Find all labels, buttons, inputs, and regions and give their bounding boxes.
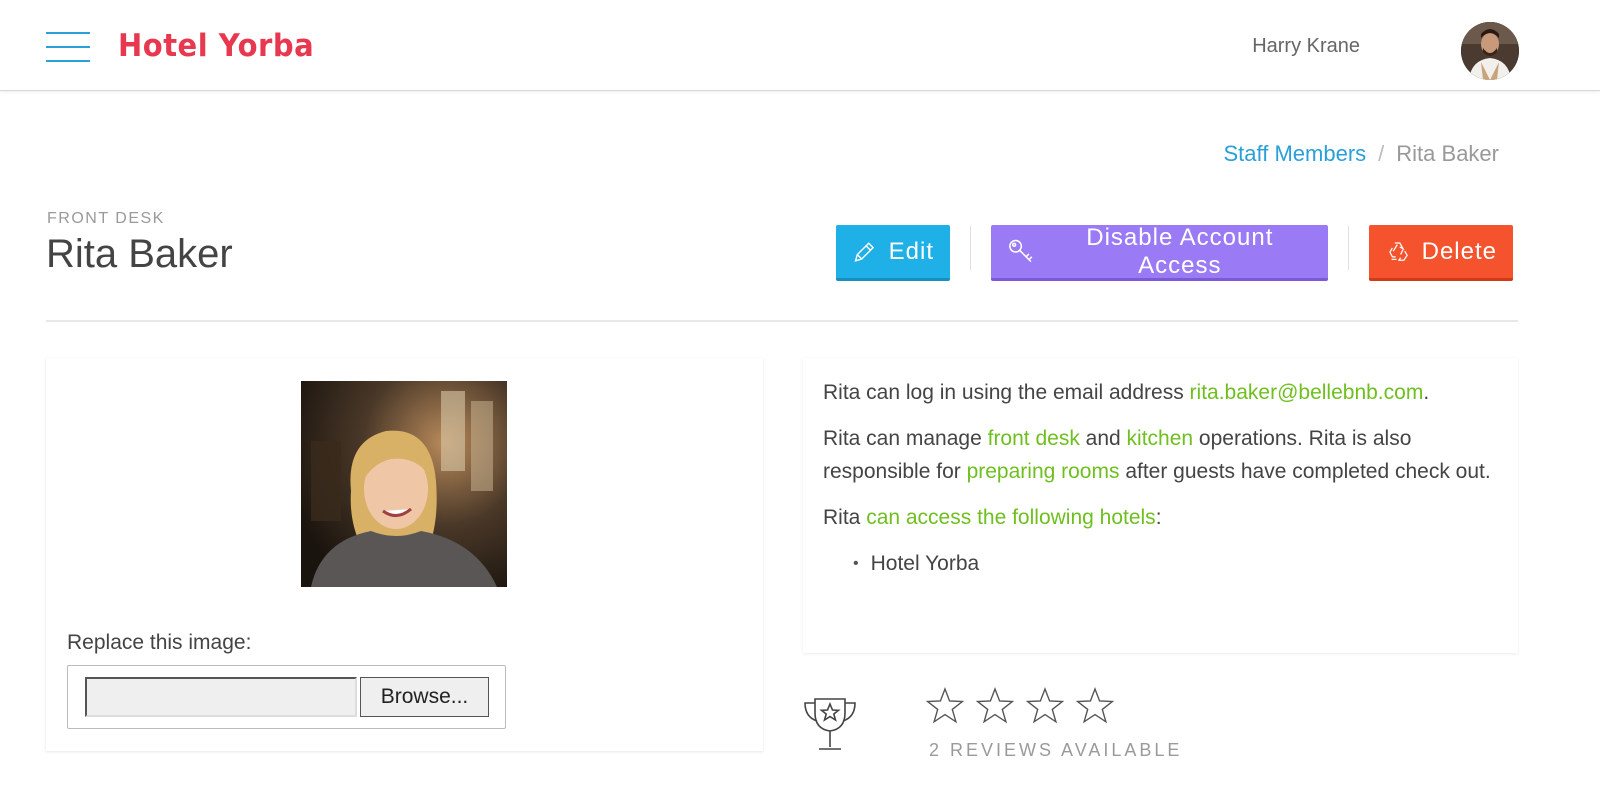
manage-suffix-text: after guests have completed check out.: [1119, 460, 1491, 483]
breadcrumb-separator: /: [1378, 141, 1385, 166]
top-navbar: Hotel Yorba Harry Krane: [0, 0, 1600, 91]
email-suffix: .: [1423, 381, 1430, 404]
responsibilities-statement: Rita can manage front desk and kitchen o…: [823, 422, 1498, 488]
hotel-access-link[interactable]: can access the following hotels: [866, 506, 1156, 529]
divider: [970, 226, 971, 270]
delete-button-label: Delete: [1421, 237, 1497, 265]
replace-image-label: Replace this image:: [67, 631, 252, 654]
reviews-count[interactable]: 2 REVIEWS AVAILABLE: [929, 740, 1182, 761]
breadcrumb: Staff Members / Rita Baker: [1224, 141, 1500, 167]
email-statement: Rita can log in using the email address …: [823, 376, 1498, 409]
user-avatar[interactable]: [1461, 22, 1519, 80]
file-path-input[interactable]: [85, 677, 357, 717]
trophy-icon: [804, 698, 856, 750]
page-title: Rita Baker: [46, 232, 233, 276]
star-icon[interactable]: [1026, 687, 1064, 725]
brand-logo[interactable]: Hotel Yorba: [118, 27, 314, 64]
breadcrumb-current: Rita Baker: [1396, 141, 1499, 166]
preparing-rooms-link[interactable]: preparing rooms: [967, 460, 1120, 483]
star-icon[interactable]: [976, 687, 1014, 725]
hotel-list: Hotel Yorba: [823, 547, 1498, 582]
disable-account-button[interactable]: Disable Account Access: [991, 223, 1328, 281]
staff-photo: [301, 381, 507, 587]
delete-button[interactable]: Delete: [1369, 225, 1513, 281]
email-text: Rita can log in using the email address: [823, 381, 1190, 404]
access-text: Rita: [823, 506, 867, 529]
manage-text: Rita can manage: [823, 427, 988, 450]
key-icon: [1009, 239, 1033, 262]
browse-button[interactable]: Browse...: [360, 677, 489, 717]
photo-card: Replace this image: Browse...: [46, 358, 763, 751]
star-icon[interactable]: [926, 687, 964, 725]
hotel-access-statement: Rita can access the following hotels:: [823, 501, 1498, 534]
breadcrumb-staff-members-link[interactable]: Staff Members: [1224, 141, 1367, 166]
hamburger-icon[interactable]: [46, 32, 90, 62]
pencil-icon: [854, 241, 875, 262]
divider: [1348, 226, 1349, 270]
disable-account-button-label: Disable Account Access: [1086, 223, 1274, 279]
recycle-icon: [1389, 241, 1408, 261]
access-suffix: :: [1155, 506, 1162, 529]
department-label: FRONT DESK: [47, 210, 165, 227]
kitchen-link[interactable]: kitchen: [1127, 427, 1194, 450]
file-upload-field: Browse...: [67, 665, 506, 729]
edit-button-label: Edit: [888, 237, 934, 265]
star-icon[interactable]: [1076, 687, 1114, 725]
email-link[interactable]: rita.baker@bellebnb.com: [1190, 381, 1424, 404]
current-user-name[interactable]: Harry Krane: [1252, 35, 1360, 58]
front-desk-link[interactable]: front desk: [988, 427, 1080, 450]
manage-and-text: and: [1079, 427, 1127, 450]
header-divider: [46, 320, 1518, 322]
list-item: Hotel Yorba: [853, 547, 1498, 582]
rating-stars[interactable]: [926, 687, 1114, 725]
edit-button[interactable]: Edit: [836, 225, 950, 281]
details-card: Rita can log in using the email address …: [803, 358, 1518, 653]
